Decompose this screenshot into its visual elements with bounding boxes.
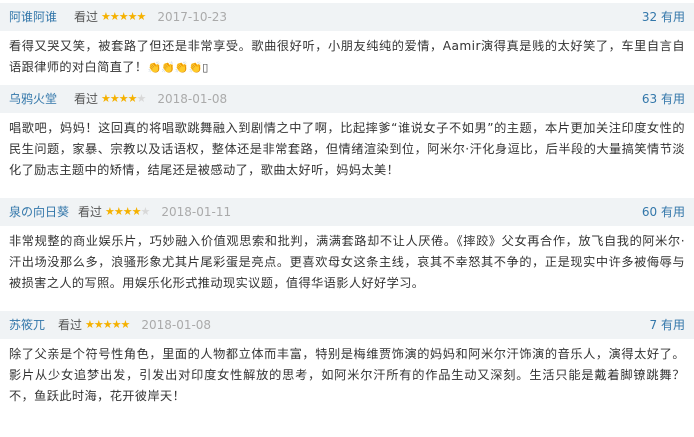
rating-stars: ★★★★★ [85, 318, 130, 331]
watched-label: 看过 [58, 318, 83, 332]
useful-votes-button[interactable]: 7 有用 [650, 311, 685, 339]
rating-stars-empty: ★ [136, 92, 146, 105]
review-text-content: 看得又哭又笑，被套路了但还是非常享受。歌曲很好听，小朋友纯纯的爱情，Aamir演… [9, 39, 685, 74]
watched-label: 看过 [78, 205, 103, 219]
review-header: 苏筱兀 看过 ★★★★★ 2018-01-08 7 有用 [0, 311, 694, 339]
review-item: 乌鸦火堂 看过 ★★★★★ 2018-01-08 63 有用 唱歌吧，妈妈！这回真的… [0, 85, 694, 193]
review-author-link[interactable]: 乌鸦火堂 [9, 85, 57, 113]
review-header: 乌鸦火堂 看过 ★★★★★ 2018-01-08 63 有用 [0, 85, 694, 113]
review-text: 看得又哭又笑，被套路了但还是非常享受。歌曲很好听，小朋友纯纯的爱情，Aamir演… [0, 31, 694, 80]
review-date: 2018-01-08 [157, 92, 228, 106]
review-date: 2017-10-23 [157, 10, 228, 24]
rating-stars-filled: ★★★★ [101, 92, 137, 105]
watched-label: 看过 [74, 92, 99, 106]
rating-stars: ★★★★★ [105, 205, 150, 218]
useful-votes-button[interactable]: 60 有用 [642, 198, 685, 226]
review-header: 泉の向日葵 看过 ★★★★★ 2018-01-11 60 有用 [0, 198, 694, 226]
rating-stars: ★★★★★ [101, 92, 146, 105]
review-header: 阿谁阿谁 看过 ★★★★★ 2017-10-23 32 有用 [0, 3, 694, 31]
review-author-link[interactable]: 泉の向日葵 [9, 198, 69, 226]
review-item: 泉の向日葵 看过 ★★★★★ 2018-01-11 60 有用 非常规整的商业娱乐片… [0, 198, 694, 306]
review-text: 除了父亲是个符号性角色，里面的人物都立体而丰富，特别是梅维贾饰演的妈妈和阿米尔汗… [9, 347, 685, 403]
useful-votes-button[interactable]: 63 有用 [642, 85, 685, 113]
review-author-link[interactable]: 苏筱兀 [9, 311, 45, 339]
useful-votes-button[interactable]: 32 有用 [642, 3, 685, 31]
review-item: 苏筱兀 看过 ★★★★★ 2018-01-08 7 有用 除了父亲是个符号性角色，里… [0, 311, 694, 437]
rating-stars: ★★★★★ [101, 10, 146, 23]
review-list: 阿谁阿谁 看过 ★★★★★ 2017-10-23 32 有用 看得又哭又笑，被套路了… [0, 3, 694, 437]
rating-stars-empty: ★ [140, 205, 150, 218]
clapping-emoji-icons: 👏👏👏👏▯ [147, 61, 209, 74]
review-text: 唱歌吧，妈妈！这回真的将唱歌跳舞融入到剧情之中了啊，比起摔爹“谁说女子不如男”的… [9, 121, 685, 177]
rating-stars-filled: ★★★★ [105, 205, 141, 218]
review-date: 2018-01-11 [161, 205, 232, 219]
review-text: 非常规整的商业娱乐片，巧妙融入价值观思索和批判，满满套路却不让人厌倦。《摔跤》父… [9, 234, 685, 290]
review-date: 2018-01-08 [141, 318, 212, 332]
review-author-link[interactable]: 阿谁阿谁 [9, 3, 57, 31]
review-item: 阿谁阿谁 看过 ★★★★★ 2017-10-23 32 有用 看得又哭又笑，被套路了… [0, 3, 694, 80]
watched-label: 看过 [74, 10, 99, 24]
